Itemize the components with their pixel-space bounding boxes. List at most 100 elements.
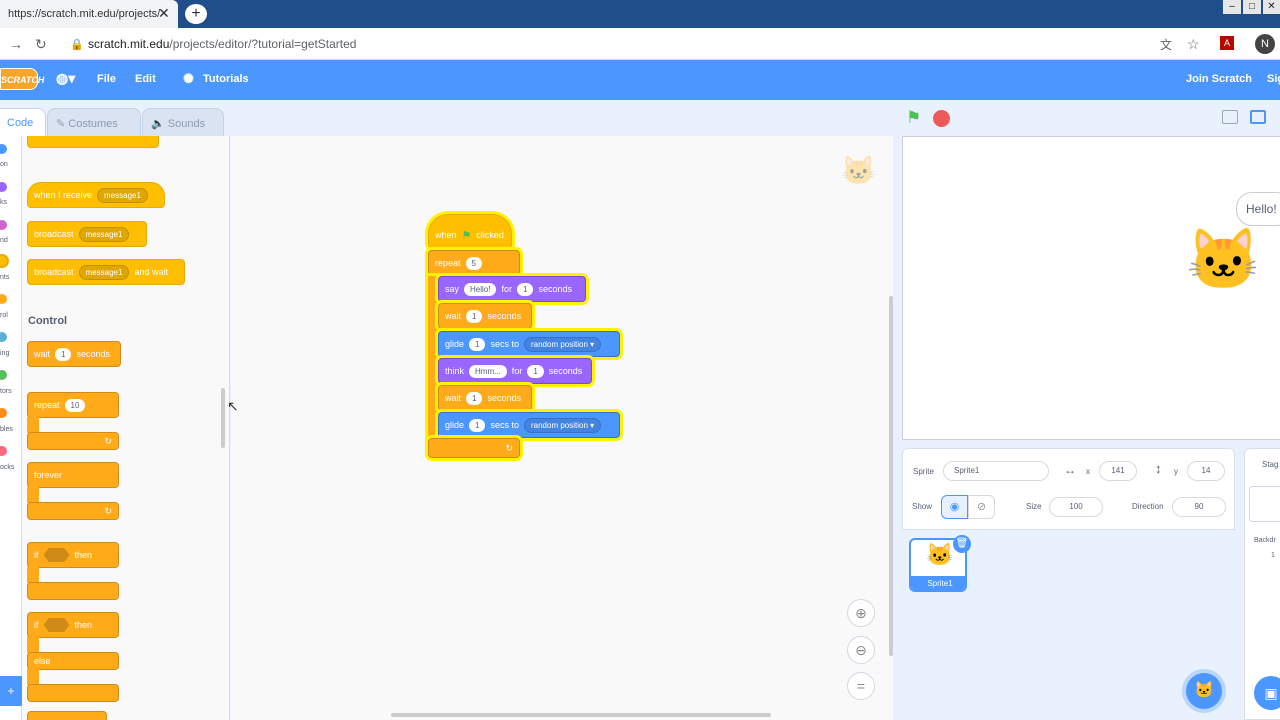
think-seconds-input[interactable]: 1	[527, 364, 544, 378]
glide-target-dropdown[interactable]: random position ▾	[523, 336, 602, 352]
category-sensing-label[interactable]: ing	[0, 350, 9, 357]
bookmark-star-icon[interactable]: ☆	[1187, 36, 1200, 53]
lock-icon[interactable]: 🔒	[70, 38, 84, 51]
category-variables-label[interactable]: bles	[0, 426, 13, 433]
glide-block-2[interactable]: glide 1 secs to random position ▾	[438, 412, 620, 438]
palette-repeat[interactable]: repeat 10	[27, 392, 119, 418]
repeat-block[interactable]: repeat 5	[428, 250, 520, 276]
condition-slot[interactable]	[43, 548, 70, 562]
green-flag-icon[interactable]: ⚑	[906, 108, 921, 128]
minimize-window-icon[interactable]: –	[1223, 0, 1241, 14]
palette-broadcast-and-wait[interactable]: broadcast message1 and wait	[27, 259, 185, 285]
x-position-field[interactable]: 141	[1099, 461, 1137, 481]
think-for-seconds-block[interactable]: think Hmm... for 1 seconds	[438, 358, 592, 384]
category-operators-label[interactable]: tors	[0, 388, 12, 395]
cat-sprite[interactable]: 🐱	[1186, 230, 1261, 290]
workspace-v-scrollbar[interactable]	[889, 296, 893, 656]
scratch-logo[interactable]: SCRATCH	[0, 68, 44, 90]
translate-icon[interactable]: 文	[1160, 36, 1172, 53]
add-sprite-button[interactable]: 🐱	[1186, 673, 1222, 709]
add-extension-button[interactable]: +	[0, 676, 22, 706]
add-backdrop-button[interactable]: ▣	[1254, 676, 1280, 710]
stop-button[interactable]	[933, 110, 950, 127]
sprite-name-field[interactable]: Sprite1	[943, 461, 1049, 481]
when-flag-clicked-block[interactable]: when ⚑ clicked	[428, 214, 512, 248]
say-text-input[interactable]: Hello!	[464, 282, 497, 296]
y-position-field[interactable]: 14	[1187, 461, 1225, 481]
message-dropdown[interactable]: message1	[78, 264, 130, 280]
palette-when-i-receive[interactable]: when I receive message1	[27, 182, 165, 208]
pdf-extension-icon[interactable]: A	[1220, 36, 1234, 50]
browser-tab[interactable]: https://scratch.mit.edu/projects/	[0, 0, 178, 28]
wait-input[interactable]: 1	[55, 347, 72, 361]
wait-block-2[interactable]: wait 1 seconds	[438, 385, 532, 411]
wait-input[interactable]: 1	[466, 309, 483, 323]
glide-seconds-input[interactable]: 1	[469, 418, 486, 432]
glide-seconds-input[interactable]: 1	[469, 337, 486, 351]
profile-avatar[interactable]: N	[1255, 34, 1275, 54]
join-scratch-link[interactable]: Join Scratch	[1186, 73, 1252, 85]
direction-field[interactable]: 90	[1172, 497, 1226, 517]
palette-if-else[interactable]: if then	[27, 612, 119, 638]
zoom-reset-button[interactable]: =	[847, 672, 875, 700]
category-sound-label[interactable]: nd	[0, 237, 8, 244]
palette-forever[interactable]: forever	[27, 462, 119, 488]
size-field[interactable]: 100	[1049, 497, 1103, 517]
file-menu[interactable]: File	[97, 73, 116, 85]
show-hidden-icon[interactable]: ⊘	[968, 495, 995, 519]
glide-target-dropdown[interactable]: random position ▾	[523, 417, 602, 433]
palette-partial-block-bottom[interactable]	[27, 711, 107, 720]
delete-sprite-icon[interactable]: 🗑	[953, 535, 971, 553]
wait-input[interactable]: 1	[466, 391, 483, 405]
normal-stage-icon[interactable]	[1250, 110, 1266, 124]
sign-in-link[interactable]: Sig	[1267, 73, 1280, 85]
category-looks-label[interactable]: ks	[0, 199, 7, 206]
tab-sounds[interactable]: 🔈 Sounds	[142, 108, 224, 136]
category-sensing-dot[interactable]	[0, 332, 7, 342]
category-control-dot[interactable]	[0, 294, 7, 304]
language-globe-icon[interactable]: ◍▾	[56, 70, 75, 87]
category-variables-dot[interactable]	[0, 408, 7, 418]
close-tab-icon[interactable]: ✕	[158, 5, 170, 22]
say-seconds-input[interactable]: 1	[516, 282, 534, 296]
message-dropdown[interactable]: message1	[78, 226, 130, 242]
workspace-h-scrollbar[interactable]	[391, 713, 771, 717]
condition-slot[interactable]	[43, 618, 70, 632]
palette-wait[interactable]: wait 1 seconds	[27, 341, 121, 367]
glide-block-1[interactable]: glide 1 secs to random position ▾	[438, 331, 620, 357]
category-sound-dot[interactable]	[0, 220, 7, 230]
repeat-count-input[interactable]: 5	[465, 256, 482, 270]
repeat-input[interactable]: 10	[64, 398, 86, 412]
palette-broadcast[interactable]: broadcast message1	[27, 221, 147, 247]
show-visible-icon[interactable]: ◉	[941, 495, 968, 519]
address-bar[interactable]: scratch.mit.edu/projects/editor/?tutoria…	[88, 37, 356, 51]
zoom-out-button[interactable]: ⊖	[847, 636, 875, 664]
small-stage-icon[interactable]	[1222, 110, 1238, 124]
category-control-label[interactable]: rol	[0, 312, 8, 319]
category-myblocks-label[interactable]: ocks	[0, 464, 14, 471]
say-for-seconds-block[interactable]: say Hello! for 1 seconds	[438, 276, 586, 302]
close-window-icon[interactable]: ✕	[1263, 0, 1280, 14]
category-motion-label[interactable]: on	[0, 161, 8, 168]
tab-costumes[interactable]: ✎ Costumes	[47, 108, 141, 136]
maximize-window-icon[interactable]: □	[1243, 0, 1261, 14]
category-myblocks-dot[interactable]	[0, 446, 7, 456]
category-operators-dot[interactable]	[0, 370, 7, 380]
stage-thumbnail[interactable]	[1249, 486, 1280, 522]
palette-scrollbar[interactable]	[221, 388, 225, 448]
category-events-label[interactable]: nts	[0, 274, 9, 281]
wait-block-1[interactable]: wait 1 seconds	[438, 303, 532, 329]
edit-menu[interactable]: Edit	[135, 73, 156, 85]
zoom-in-button[interactable]: ⊕	[847, 599, 875, 627]
tab-code[interactable]: Code	[0, 108, 46, 136]
palette-if-then[interactable]: if then	[27, 542, 119, 568]
message-dropdown[interactable]: message1	[97, 187, 148, 203]
palette-partial-block[interactable]	[27, 136, 159, 148]
category-motion-dot[interactable]	[0, 144, 7, 154]
reload-icon[interactable]: ↻	[35, 36, 47, 53]
think-text-input[interactable]: Hmm...	[469, 364, 507, 378]
category-events-dot[interactable]	[0, 256, 7, 266]
tutorials-menu[interactable]: Tutorials	[203, 73, 249, 85]
new-tab-button[interactable]: +	[185, 4, 207, 24]
category-looks-dot[interactable]	[0, 182, 7, 192]
